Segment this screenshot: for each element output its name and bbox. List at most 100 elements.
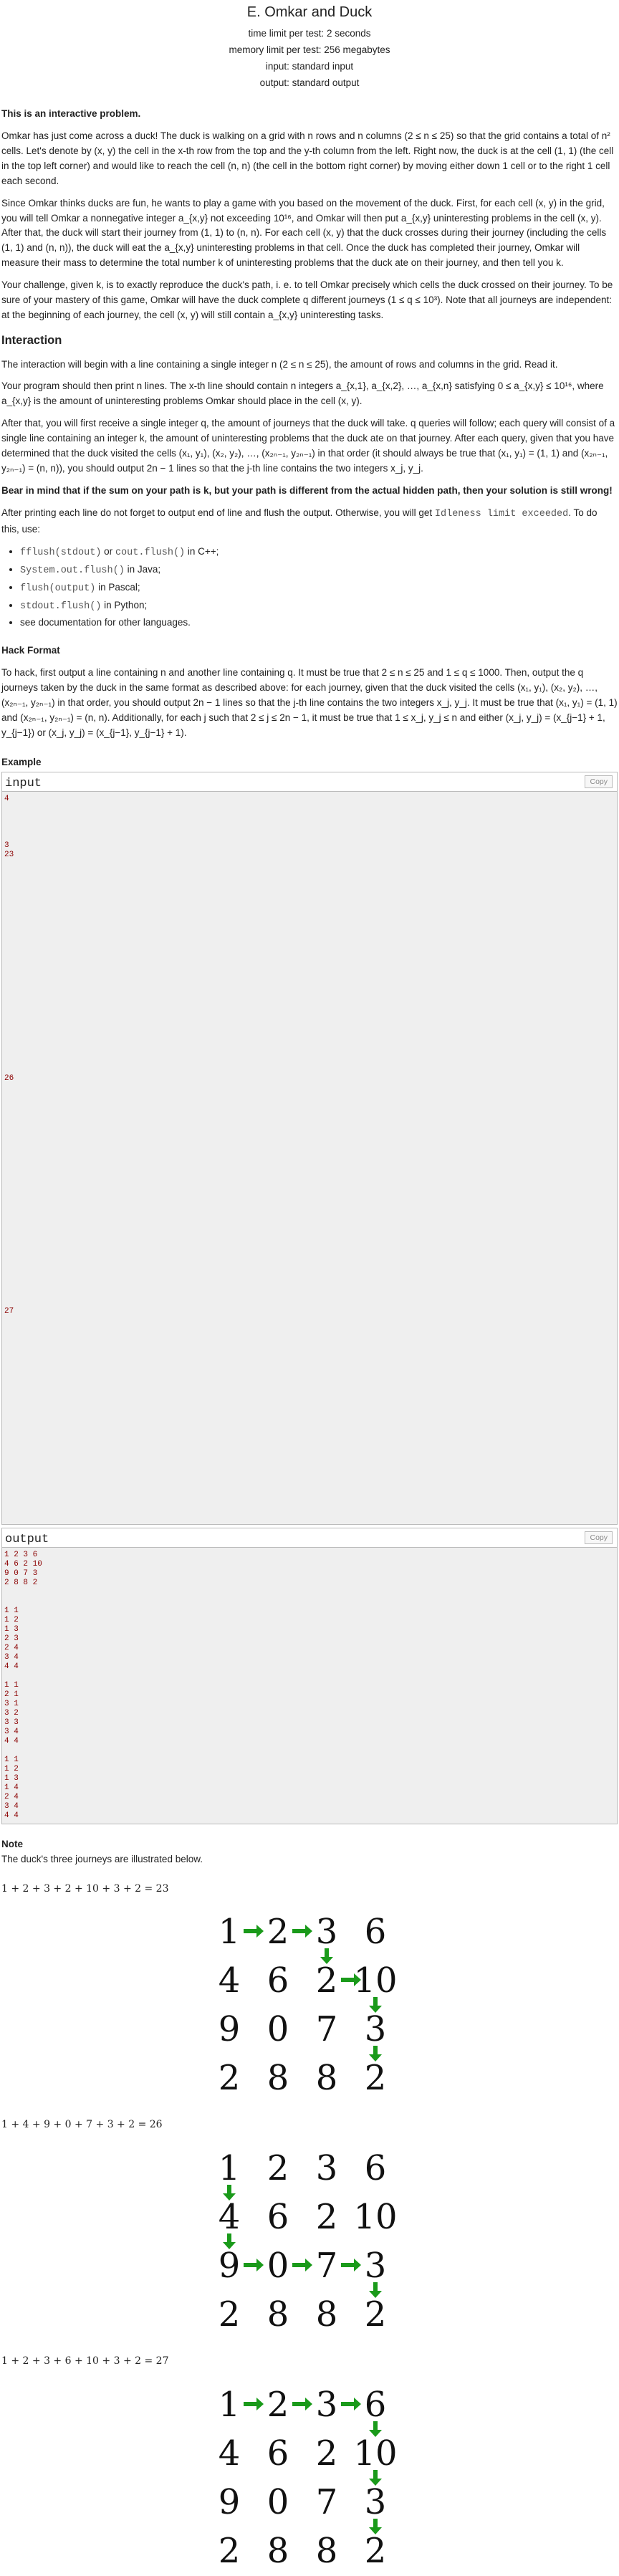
grid-number: 6 (365, 2385, 387, 2425)
grid-number: 2 (267, 2385, 289, 2425)
grid-number: 6 (267, 1960, 289, 2001)
grid-number: 8 (267, 2294, 289, 2335)
grid-number: 2 (219, 2531, 241, 2571)
input-label: input (5, 776, 42, 790)
journey-2: 1 + 4 + 9 + 0 + 7 + 3 + 2 = 26 1 2 3 6 4 6 2 10… (1, 2117, 618, 2340)
flush-item: flush(output) in Pascal; (20, 580, 618, 597)
grid-number: 0 (267, 2009, 289, 2049)
path-arrow (341, 2259, 361, 2272)
flush-code: flush(output) (20, 583, 96, 594)
grid-number: 2 (267, 1912, 289, 1952)
hack-format-title: Hack Format (1, 645, 60, 656)
grid-number: 2 (365, 2058, 387, 2098)
path-arrow (244, 2259, 264, 2272)
grid-number: 2 (365, 2294, 387, 2335)
grid-number: 8 (267, 2531, 289, 2571)
grid-number: 4 (219, 1960, 241, 2001)
example-title: Example (1, 756, 42, 767)
interaction-paragraph-3: After that, you will first receive a sin… (1, 418, 615, 474)
grid-number: 3 (365, 2482, 387, 2522)
grid-number: 7 (316, 2009, 338, 2049)
grid-number: 2 (219, 2294, 241, 2335)
grid-number: 8 (267, 2058, 289, 2098)
grid-number: 2 (316, 2197, 338, 2237)
flush-item: System.out.flush() in Java; (20, 562, 618, 579)
note-title: Note (1, 1838, 23, 1849)
grid-number: 6 (267, 2197, 289, 2237)
flush-text: see documentation for other languages. (20, 617, 191, 628)
flush-item: stdout.flush() in Python; (20, 598, 618, 615)
statement-paragraph-2: Since Omkar thinks ducks are fun, he wan… (1, 197, 607, 269)
grid-number: 9 (219, 2246, 241, 2286)
grid-number: 1 (219, 1912, 241, 1952)
grid-number: 8 (316, 2058, 338, 2098)
grid-number: 2 (365, 2531, 387, 2571)
copy-output-button[interactable]: Copy (585, 1531, 613, 1544)
journey-grid: 1 2 3 64 6 2 109 0 7 32 8 8 2 (219, 2148, 398, 2335)
grid-number: 6 (267, 2433, 289, 2474)
grid-number: 1 (219, 2148, 241, 2188)
path-arrow (292, 2259, 312, 2272)
grid-number: 3 (365, 2246, 387, 2286)
flush-text: in Java; (124, 563, 161, 575)
note-intro: The duck's three journeys are illustrate… (1, 1853, 203, 1864)
interaction-paragraph-2: Your program should then print n lines. … (1, 380, 604, 407)
time-limit: time limit per test: 2 seconds (248, 28, 371, 39)
journey-sum: 1 + 2 + 3 + 2 + 10 + 3 + 2 = 23 (1, 1882, 169, 1895)
statement-paragraph-1: Omkar has just come across a duck! The d… (1, 130, 614, 186)
journey-3: 1 + 2 + 3 + 6 + 10 + 3 + 2 = 27 12364621… (1, 2354, 618, 2576)
grid-number: 3 (316, 2148, 338, 2188)
grid-number: 2 (267, 2148, 289, 2188)
grid-number: 9 (219, 2009, 241, 2049)
path-arrow (341, 2397, 361, 2410)
grid-number: 8 (316, 2294, 338, 2335)
flush-code-2: cout.flush() (115, 547, 186, 558)
grid-number: 2 (316, 1960, 338, 2001)
flush-item: fflush(stdout) or cout.flush() in C++; (20, 545, 618, 561)
problem-title: E. Omkar and Duck (246, 4, 373, 20)
input-spec: input: standard input (265, 61, 354, 72)
path-arrow (244, 1925, 264, 1938)
flush-text: in C++; (185, 545, 219, 557)
problem-header: E. Omkar and Duck time limit per test: 2… (1, 0, 618, 90)
journey-sum: 1 + 2 + 3 + 6 + 10 + 3 + 2 = 27 (1, 2355, 169, 2367)
input-header: input Copy (2, 772, 617, 792)
grid-number: 2 (219, 2058, 241, 2098)
grid-number: 0 (267, 2482, 289, 2522)
copy-input-button[interactable]: Copy (585, 775, 613, 788)
grid-number: 1 (219, 2385, 241, 2425)
grid-number: 7 (316, 2246, 338, 2286)
output-header: output Copy (2, 1528, 617, 1548)
flush-paragraph: After printing each line do not forget t… (1, 506, 618, 537)
flush-code: fflush(stdout) (20, 547, 102, 558)
example-input-box: input Copy 4 3 23 26 27 (1, 771, 618, 1525)
journey-1: 1 + 2 + 3 + 2 + 10 + 3 + 2 = 23 12364621… (1, 1882, 618, 2104)
grid-number: 8 (316, 2531, 338, 2571)
output-content: 1 2 3 6 4 6 2 10 9 0 7 3 2 8 8 2 1 1 1 2… (4, 1550, 42, 1820)
statement-paragraph-3: Your challenge, given k, is to exactly r… (1, 279, 613, 321)
grid-number: 6 (365, 2148, 387, 2188)
interaction-paragraph-1: The interaction will begin with a line c… (1, 358, 558, 370)
example-output-box: output Copy 1 2 3 6 4 6 2 10 9 0 7 3 2 8… (1, 1527, 618, 1824)
path-arrow (244, 2397, 264, 2410)
grid-number: 3 (316, 1912, 338, 1952)
grid-number: 10 (353, 2433, 397, 2474)
journey-grid: 1 2 3 64 6 2 109 0 7 32 8 8 2 (219, 2385, 398, 2571)
hack-paragraph: To hack, first output a line containing … (1, 667, 618, 738)
path-arrow (292, 1925, 312, 1938)
warning-text: Bear in mind that if the sum on your pat… (1, 485, 613, 496)
interactive-notice: This is an interactive problem. (1, 108, 141, 119)
grid-number: 0 (267, 2246, 289, 2286)
memory-limit: memory limit per test: 256 megabytes (229, 44, 390, 55)
idleness-code: Idleness limit exceeded (434, 508, 569, 519)
journey-grid: 1 2 3 64 6 2 109 0 7 32 8 8 2 (219, 1912, 398, 2098)
grid-number: 7 (316, 2482, 338, 2522)
grid-number: 10 (353, 2197, 397, 2237)
journey-sum: 1 + 4 + 9 + 0 + 7 + 3 + 2 = 26 (1, 2119, 163, 2131)
output-spec: output: standard output (259, 77, 360, 88)
grid-number: 4 (219, 2197, 241, 2237)
flush-pre: After printing each line do not forget t… (1, 507, 433, 518)
input-content: 4 3 23 26 27 (4, 794, 14, 1316)
grid-number: 9 (219, 2482, 241, 2522)
output-label: output (5, 1532, 49, 1546)
